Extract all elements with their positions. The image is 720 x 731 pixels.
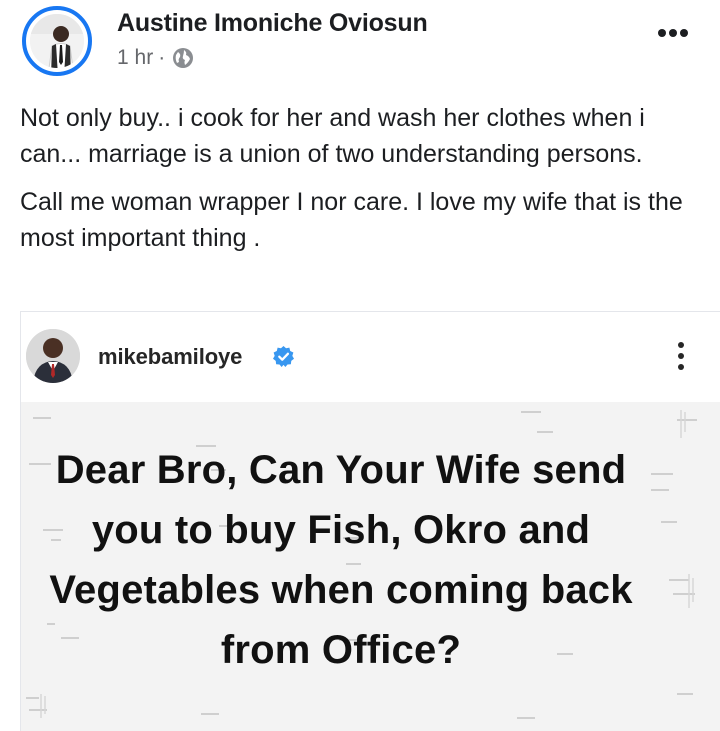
quote-text: Dear Bro, Can Your Wife send you to buy … [49,448,633,672]
post-meta: 1 hr · [117,46,194,70]
post-header: Austine Imoniche Oviosun 1 hr · [0,0,720,95]
author-photo [30,14,84,68]
shared-avatar-photo [26,329,80,383]
quote-card: Dear Bro, Can Your Wife send you to buy … [21,402,720,731]
shared-username[interactable]: mikebamiloye [98,344,242,370]
author-name[interactable]: Austine Imoniche Oviosun [117,9,428,38]
shared-header: mikebamiloye [21,312,720,400]
more-horizontal-icon[interactable] [658,24,698,38]
verified-badge-icon [273,346,294,367]
more-vertical-icon[interactable] [676,342,686,374]
shared-avatar[interactable] [26,329,80,383]
post-paragraph-1: Not only buy.. i cook for her and wash h… [20,104,645,168]
meta-separator: · [158,46,166,69]
globe-icon[interactable] [172,47,194,69]
post-time[interactable]: 1 hr [117,46,153,70]
author-avatar[interactable] [22,6,92,76]
post-body: Not only buy.. i cook for her and wash h… [20,100,710,268]
post-paragraph-2: Call me woman wrapper I nor care. I love… [20,188,683,252]
shared-image[interactable]: mikebamiloye Dear Bro, Can Your Wife sen… [20,311,720,731]
